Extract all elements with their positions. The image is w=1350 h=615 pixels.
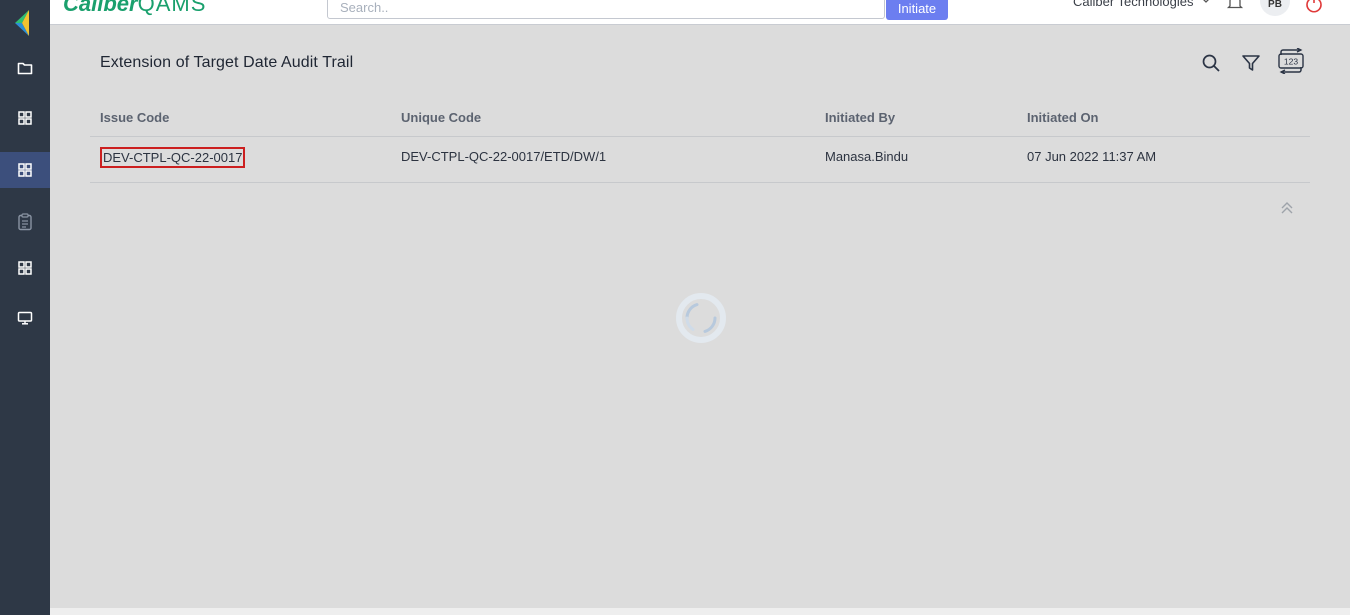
top-bar: CaliberQAMS Initiate Caliber Technologie…: [50, 0, 1350, 25]
grid-icon: [18, 111, 32, 125]
search-input[interactable]: [327, 0, 885, 19]
table-row[interactable]: DEV-CTPL-QC-22-0017 DEV-CTPL-QC-22-0017/…: [90, 137, 1310, 183]
table-header: Issue Code Unique Code Initiated By Init…: [90, 97, 1310, 137]
monitor-icon: [17, 311, 33, 325]
initiated-on-cell: 07 Jun 2022 11:37 AM: [1027, 149, 1157, 164]
column-header-initiated-by[interactable]: Initiated By: [825, 110, 895, 125]
page-title: Extension of Target Date Audit Trail: [100, 54, 354, 71]
chevron-down-icon[interactable]: [1201, 0, 1211, 6]
initiated-by-cell: Manasa.Bindu: [825, 149, 909, 164]
brand-name-part1: Caliber: [63, 0, 138, 16]
sidebar: [0, 0, 50, 615]
filter-icon[interactable]: [1241, 53, 1261, 73]
counter-badge-text: 123: [1284, 57, 1298, 67]
clipboard-icon: [18, 213, 32, 231]
brand-logo[interactable]: CaliberQAMS: [63, 0, 206, 16]
app-logo-icon[interactable]: [15, 10, 35, 36]
user-avatar[interactable]: PB: [1260, 0, 1290, 16]
column-header-initiated-on[interactable]: Initiated On: [1027, 110, 1099, 125]
column-header-unique-code[interactable]: Unique Code: [401, 110, 481, 125]
loading-spinner-icon: [676, 293, 726, 343]
sidebar-item-reports[interactable]: [0, 204, 50, 240]
grid-icon: [18, 163, 32, 177]
column-header-issue-code[interactable]: Issue Code: [100, 110, 169, 125]
sidebar-item-modules-active[interactable]: [0, 152, 50, 188]
sidebar-item-apps[interactable]: [0, 250, 50, 286]
issue-code-link[interactable]: DEV-CTPL-QC-22-0017: [100, 147, 246, 168]
organization-selector[interactable]: Caliber Technologies: [1073, 0, 1193, 9]
footer-strip: [50, 608, 1350, 615]
bell-icon[interactable]: [1226, 0, 1244, 12]
brand-name-part2: QAMS: [137, 0, 207, 16]
initiate-button[interactable]: Initiate: [886, 0, 948, 20]
double-chevron-up-icon[interactable]: [1279, 200, 1295, 216]
folder-icon: [17, 62, 33, 75]
search-icon[interactable]: [1201, 53, 1221, 73]
grid-icon: [18, 261, 32, 275]
unique-code-cell: DEV-CTPL-QC-22-0017/ETD/DW/1: [401, 149, 607, 164]
sidebar-item-folder[interactable]: [0, 50, 50, 86]
counter-toggle-icon[interactable]: 123: [1277, 48, 1305, 74]
sidebar-item-dashboard[interactable]: [0, 100, 50, 136]
sidebar-item-monitor[interactable]: [0, 300, 50, 336]
power-icon[interactable]: [1304, 0, 1324, 14]
